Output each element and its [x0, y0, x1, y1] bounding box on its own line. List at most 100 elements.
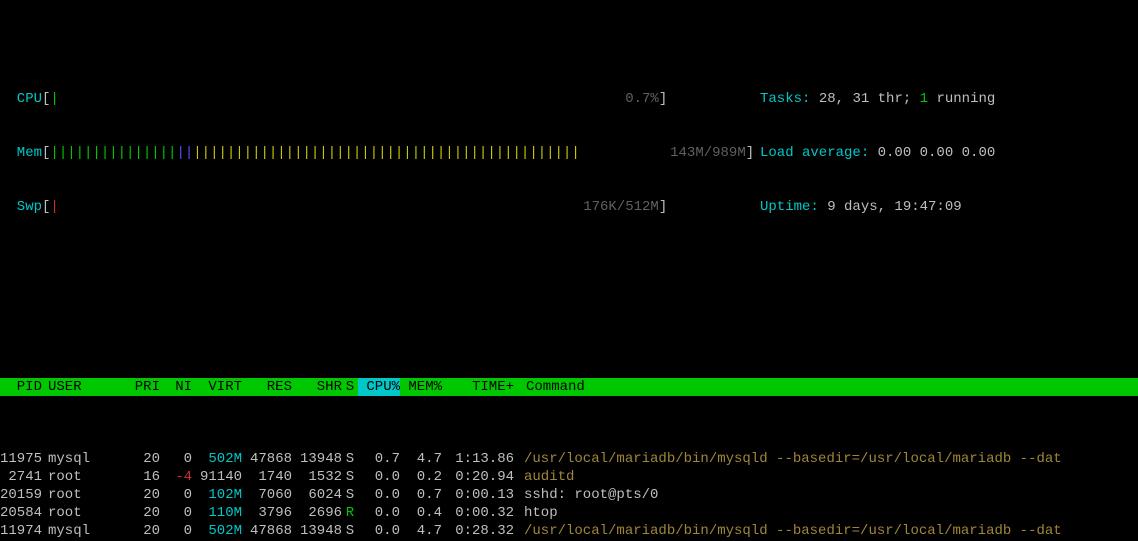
tasks-label: Tasks:: [760, 91, 819, 107]
cell-mem: 0.7: [400, 486, 442, 504]
cpu-meter: CPU[|0.7%]: [0, 90, 760, 108]
cell-ni: 0: [160, 522, 192, 540]
htop-screen: CPU[|0.7%] Mem[|||||||||||||||||||||||||…: [0, 0, 1138, 541]
meters-panel: CPU[|0.7%] Mem[|||||||||||||||||||||||||…: [0, 54, 760, 252]
cell-virt: 110M: [192, 504, 242, 522]
cell-shr: 1532: [292, 468, 342, 486]
hdr-pri[interactable]: PRI: [120, 378, 160, 396]
cell-cpu: 0.7: [358, 450, 400, 468]
cell-res: 7060: [242, 486, 292, 504]
cell-pri: 20: [120, 450, 160, 468]
cell-state: S: [342, 450, 358, 468]
tasks-count: 28: [819, 91, 836, 107]
process-row[interactable]: 20584root200110M37962696R0.00.40:00.32ht…: [0, 504, 1138, 522]
cell-state: R: [342, 504, 358, 522]
cell-ni: 0: [160, 504, 192, 522]
cell-res: 47868: [242, 450, 292, 468]
cell-command: /usr/local/mariadb/bin/mysqld --basedir=…: [514, 522, 1138, 540]
hdr-user[interactable]: USER: [42, 378, 120, 396]
cell-shr: 2696: [292, 504, 342, 522]
cell-time: 0:28.32: [442, 522, 514, 540]
cell-cpu: 0.0: [358, 504, 400, 522]
cell-command: sshd: root@pts/0: [514, 486, 1138, 504]
cell-virt: 502M: [192, 450, 242, 468]
cpu-value: 0.7%: [625, 91, 659, 107]
cell-state: S: [342, 486, 358, 504]
mem-value: 143M/989M: [670, 145, 746, 161]
header-area: CPU[|0.7%] Mem[|||||||||||||||||||||||||…: [0, 54, 1138, 252]
cell-pri: 20: [120, 504, 160, 522]
cell-user: root: [42, 486, 120, 504]
swp-meter: Swp[|176K/512M]: [0, 198, 760, 216]
swp-value: 176K/512M: [583, 199, 659, 215]
hdr-ni[interactable]: NI: [160, 378, 192, 396]
cell-pid: 20159: [0, 486, 42, 504]
hdr-cpu[interactable]: CPU%: [358, 378, 400, 396]
hdr-mem[interactable]: MEM%: [400, 378, 442, 396]
cell-pid: 2741: [0, 468, 42, 486]
cell-user: mysql: [42, 522, 120, 540]
process-row[interactable]: 11975mysql200502M4786813948S0.74.71:13.8…: [0, 450, 1138, 468]
cell-ni: 0: [160, 450, 192, 468]
cell-time: 0:00.13: [442, 486, 514, 504]
cell-cpu: 0.0: [358, 522, 400, 540]
cpu-bar: |: [50, 91, 58, 107]
cell-mem: 0.2: [400, 468, 442, 486]
cell-virt: 502M: [192, 522, 242, 540]
cell-cpu: 0.0: [358, 486, 400, 504]
process-row[interactable]: 11974mysql200502M4786813948S0.04.70:28.3…: [0, 522, 1138, 540]
cell-pid: 20584: [0, 504, 42, 522]
mem-meter: Mem[||||||||||||||||||||||||||||||||||||…: [0, 144, 760, 162]
hdr-cmd[interactable]: Command: [514, 378, 1138, 396]
cell-user: mysql: [42, 450, 120, 468]
cell-ni: 0: [160, 486, 192, 504]
cell-pid: 11975: [0, 450, 42, 468]
cell-pri: 16: [120, 468, 160, 486]
cell-state: S: [342, 468, 358, 486]
swp-bar: |: [50, 199, 58, 215]
spacer: [0, 306, 1138, 324]
hdr-pid[interactable]: PID: [0, 378, 42, 396]
hdr-shr[interactable]: SHR: [292, 378, 342, 396]
load-value: 0.00 0.00 0.00: [878, 145, 996, 161]
cell-state: S: [342, 522, 358, 540]
cell-time: 1:13.86: [442, 450, 514, 468]
hdr-res[interactable]: RES: [242, 378, 292, 396]
cell-ni: -4: [160, 468, 192, 486]
cell-command: /usr/local/mariadb/bin/mysqld --basedir=…: [514, 450, 1138, 468]
cell-mem: 4.7: [400, 450, 442, 468]
hdr-s[interactable]: S: [342, 378, 358, 396]
cell-res: 3796: [242, 504, 292, 522]
cell-res: 1740: [242, 468, 292, 486]
cell-res: 47868: [242, 522, 292, 540]
running-count: 1: [920, 91, 928, 107]
info-panel: Tasks: 28, 31 thr; 1 running Load averag…: [760, 54, 995, 252]
cell-pid: 11974: [0, 522, 42, 540]
cell-command: htop: [514, 504, 1138, 522]
cell-shr: 13948: [292, 522, 342, 540]
cell-mem: 4.7: [400, 522, 442, 540]
cell-virt: 102M: [192, 486, 242, 504]
process-list[interactable]: 11975mysql200502M4786813948S0.74.71:13.8…: [0, 450, 1138, 541]
cell-command: auditd: [514, 468, 1138, 486]
cell-time: 0:00.32: [442, 504, 514, 522]
cell-virt: 91140: [192, 468, 242, 486]
uptime-value: 9 days, 19:47:09: [827, 199, 961, 215]
cell-mem: 0.4: [400, 504, 442, 522]
column-header[interactable]: PID USER PRI NI VIRT RES SHR S CPU% MEM%…: [0, 378, 1138, 396]
hdr-virt[interactable]: VIRT: [192, 378, 242, 396]
process-row[interactable]: 2741root16-49114017401532S0.00.20:20.94a…: [0, 468, 1138, 486]
uptime-label: Uptime:: [760, 199, 827, 215]
cell-pri: 20: [120, 522, 160, 540]
cell-user: root: [42, 504, 120, 522]
cell-shr: 6024: [292, 486, 342, 504]
cell-pri: 20: [120, 486, 160, 504]
hdr-time[interactable]: TIME+: [442, 378, 514, 396]
cell-cpu: 0.0: [358, 468, 400, 486]
cell-time: 0:20.94: [442, 468, 514, 486]
cell-shr: 13948: [292, 450, 342, 468]
cell-user: root: [42, 468, 120, 486]
load-label: Load average:: [760, 145, 878, 161]
threads-count: 31: [852, 91, 869, 107]
process-row[interactable]: 20159root200102M70606024S0.00.70:00.13ss…: [0, 486, 1138, 504]
